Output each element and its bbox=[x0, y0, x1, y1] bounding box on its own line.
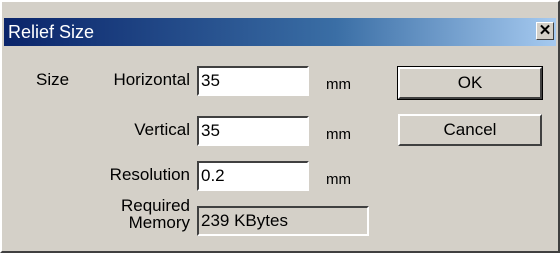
title-bar[interactable]: Relief Size ✕ bbox=[4, 18, 556, 46]
close-icon: ✕ bbox=[538, 22, 552, 39]
ok-button[interactable]: OK bbox=[397, 66, 543, 100]
window-title: Relief Size bbox=[8, 22, 95, 42]
vertical-unit: mm bbox=[326, 126, 351, 143]
vertical-input[interactable]: 35 bbox=[197, 116, 309, 146]
resolution-unit: mm bbox=[326, 171, 351, 188]
horizontal-label: Horizontal bbox=[113, 70, 190, 89]
vertical-label: Vertical bbox=[134, 120, 190, 139]
required-memory-field: 239 KBytes bbox=[197, 206, 369, 236]
size-label: Size bbox=[36, 70, 70, 89]
horizontal-input[interactable]: 35 bbox=[197, 66, 309, 96]
memory-label-line2: Memory bbox=[128, 213, 190, 232]
resolution-label: Resolution bbox=[109, 165, 190, 184]
cancel-button[interactable]: Cancel bbox=[398, 114, 542, 146]
horizontal-unit: mm bbox=[326, 76, 351, 93]
close-button[interactable]: ✕ bbox=[536, 22, 554, 40]
resolution-input[interactable]: 0.2 bbox=[197, 161, 309, 191]
relief-size-dialog: Relief Size ✕ Size Horizontal 35 mm Vert… bbox=[0, 0, 560, 253]
